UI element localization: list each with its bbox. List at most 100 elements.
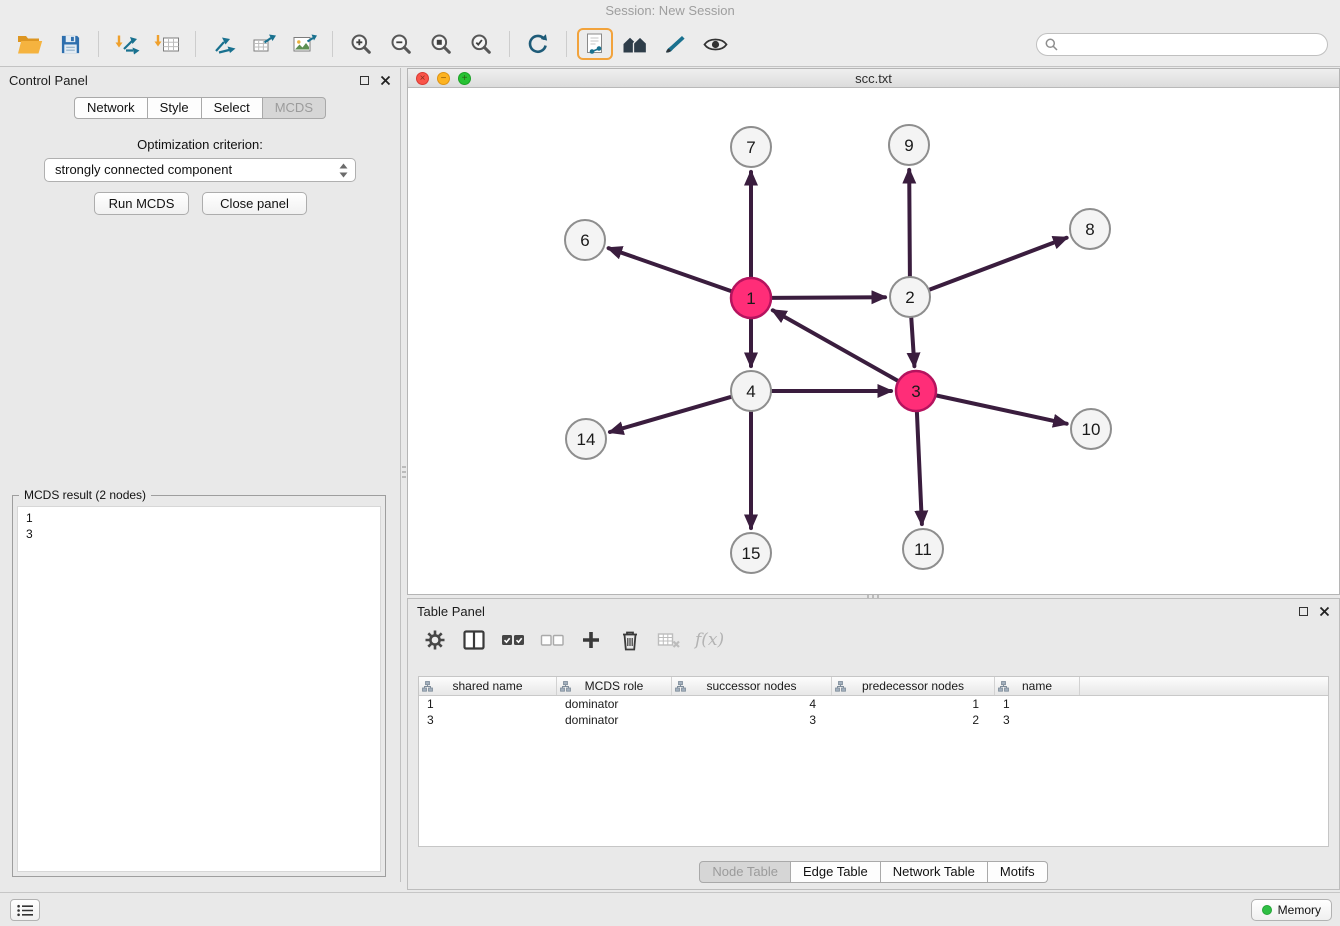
graph-node-label: 14	[577, 430, 596, 449]
graph-edge-3-11[interactable]	[917, 412, 922, 524]
columns-icon	[463, 630, 485, 650]
network-graph[interactable]: 7968124314101511	[408, 88, 1339, 594]
graph-edge-3-1[interactable]	[773, 310, 898, 380]
deselect-all-rows-button[interactable]	[539, 627, 565, 653]
column-header-MCDS-role[interactable]: MCDS role	[557, 677, 672, 695]
new-network-button[interactable]	[206, 28, 242, 60]
save-session-button[interactable]	[52, 28, 88, 60]
run-mcds-button[interactable]: Run MCDS	[94, 192, 189, 215]
tab-network[interactable]: Network	[74, 97, 148, 119]
toolbar-groups	[10, 28, 735, 60]
add-column-button[interactable]	[578, 627, 604, 653]
criterion-dropdown-value: strongly connected component	[55, 162, 232, 177]
graph-edge-4-14[interactable]	[610, 397, 731, 432]
function-builder-button[interactable]: f(x)	[695, 627, 724, 653]
graph-edge-2-9[interactable]	[909, 170, 910, 276]
show-columns-button[interactable]	[461, 627, 487, 653]
float-panel-icon[interactable]	[360, 76, 369, 85]
graph-node-label: 10	[1082, 420, 1101, 439]
memory-button[interactable]: Memory	[1251, 899, 1332, 921]
close-table-panel-icon[interactable]	[1319, 606, 1330, 617]
export-image-button[interactable]	[286, 28, 322, 60]
network-window-titlebar[interactable]: ×−+ scc.txt	[408, 69, 1339, 88]
tab-select[interactable]: Select	[202, 97, 263, 119]
export-table-button[interactable]	[246, 28, 282, 60]
minimize-window-button[interactable]: −	[437, 72, 450, 85]
search-box[interactable]	[1036, 33, 1328, 56]
show-hide-panel-button[interactable]	[697, 28, 733, 60]
tab-mcds[interactable]: MCDS	[263, 97, 326, 119]
table-toolbar: f(x)	[422, 627, 724, 653]
trash-icon	[621, 630, 639, 651]
import-network-from-file-button[interactable]	[109, 28, 145, 60]
column-header-name[interactable]: name	[995, 677, 1080, 695]
import-table-from-file-button[interactable]	[149, 28, 185, 60]
graph-edge-2-3[interactable]	[911, 318, 914, 366]
column-header-label: shared name	[452, 679, 522, 693]
close-panel-icon[interactable]	[380, 75, 391, 86]
column-header-shared-name[interactable]: shared name	[419, 677, 557, 695]
graph-node-label: 2	[905, 288, 914, 307]
eye-icon	[703, 36, 728, 53]
toolbar-separator	[509, 31, 510, 57]
window-titlebar[interactable]: Session: New Session	[0, 0, 1340, 22]
column-header-predecessor-nodes[interactable]: predecessor nodes	[832, 677, 995, 695]
table-export-icon	[252, 33, 277, 55]
column-header-label: successor nodes	[706, 679, 796, 693]
duplicate-network-view-button[interactable]	[577, 28, 613, 60]
graph-edge-1-2[interactable]	[772, 297, 885, 298]
graph-node-label: 6	[580, 231, 589, 250]
main-toolbar	[0, 22, 1340, 67]
command-console-button[interactable]	[10, 899, 40, 921]
graph-edge-1-6[interactable]	[609, 248, 732, 291]
table-header-row: shared name MCDS role successor nodes prede…	[419, 677, 1328, 696]
node-table: shared name MCDS role successor nodes prede…	[418, 676, 1329, 847]
optimization-criterion-label: Optimization criterion:	[0, 137, 400, 152]
zoom-fit-button[interactable]	[423, 28, 459, 60]
table-settings-button[interactable]	[422, 627, 448, 653]
graph-node-label: 11	[914, 540, 932, 559]
column-header-successor-nodes[interactable]: successor nodes	[672, 677, 832, 695]
table-cell: 4	[672, 696, 832, 712]
mcds-result-text[interactable]: 1 3	[17, 506, 381, 872]
criterion-dropdown[interactable]: strongly connected component	[44, 158, 356, 182]
zoom-window-button[interactable]: +	[458, 72, 471, 85]
network-window-title: scc.txt	[855, 71, 892, 86]
column-hierarchy-icon	[422, 681, 433, 695]
table-tab-motifs[interactable]: Motifs	[988, 861, 1048, 883]
import-table-icon	[154, 33, 180, 55]
delete-columns-button[interactable]	[617, 627, 643, 653]
status-bar: Memory	[0, 892, 1340, 926]
open-session-button[interactable]	[12, 28, 48, 60]
table-tab-edge-table[interactable]: Edge Table	[791, 861, 881, 883]
memory-label: Memory	[1278, 903, 1321, 917]
table-row[interactable]: 1dominator411	[419, 696, 1328, 712]
toolbar-separator	[98, 31, 99, 57]
control-panel-header: Control Panel	[0, 68, 400, 92]
table-tab-network-table[interactable]: Network Table	[881, 861, 988, 883]
zoom-in-button[interactable]	[343, 28, 379, 60]
graph-edge-3-10[interactable]	[937, 396, 1067, 424]
control-panel-tabs: NetworkStyleSelectMCDS	[0, 97, 400, 119]
search-icon	[1045, 38, 1058, 51]
search-input[interactable]	[1063, 37, 1319, 51]
apply-style-button[interactable]	[657, 28, 693, 60]
table-tab-node-table[interactable]: Node Table	[699, 861, 791, 883]
table-row[interactable]: 3dominator323	[419, 712, 1328, 728]
network-overview-button[interactable]	[617, 28, 653, 60]
close-window-button[interactable]: ×	[416, 72, 429, 85]
zoom-out-button[interactable]	[383, 28, 419, 60]
close-panel-button[interactable]: Close panel	[202, 192, 307, 215]
network-canvas[interactable]: 7968124314101511	[408, 88, 1339, 594]
graph-edges	[609, 170, 1067, 528]
zoom-selected-button[interactable]	[463, 28, 499, 60]
refresh-layout-button[interactable]	[520, 28, 556, 60]
delete-table-button[interactable]	[656, 627, 682, 653]
folder-open-icon	[17, 34, 43, 55]
tab-style[interactable]: Style	[148, 97, 202, 119]
graph-edge-2-8[interactable]	[930, 238, 1067, 290]
graph-node-label: 9	[904, 136, 913, 155]
select-all-rows-button[interactable]	[500, 627, 526, 653]
float-table-panel-icon[interactable]	[1299, 607, 1308, 616]
graph-node-label: 7	[746, 138, 755, 157]
